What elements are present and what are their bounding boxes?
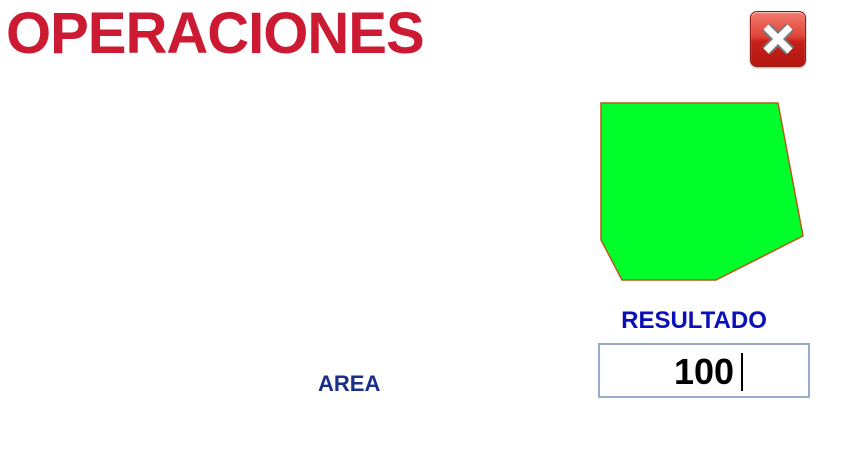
close-button[interactable]: [750, 11, 806, 67]
page-title: OPERACIONES: [6, 1, 425, 66]
polygon-figure: [598, 100, 808, 285]
result-field[interactable]: 100: [598, 343, 810, 398]
area-label: AREA: [318, 371, 381, 396]
result-label: RESULTADO: [621, 307, 767, 334]
green-polygon-shape: [600, 102, 804, 281]
text-caret: [741, 353, 743, 391]
close-icon: [762, 23, 794, 55]
operations-window: OPERACIONES RESULTADO 100 AREA: [0, 0, 856, 460]
result-value: 100: [673, 351, 735, 392]
